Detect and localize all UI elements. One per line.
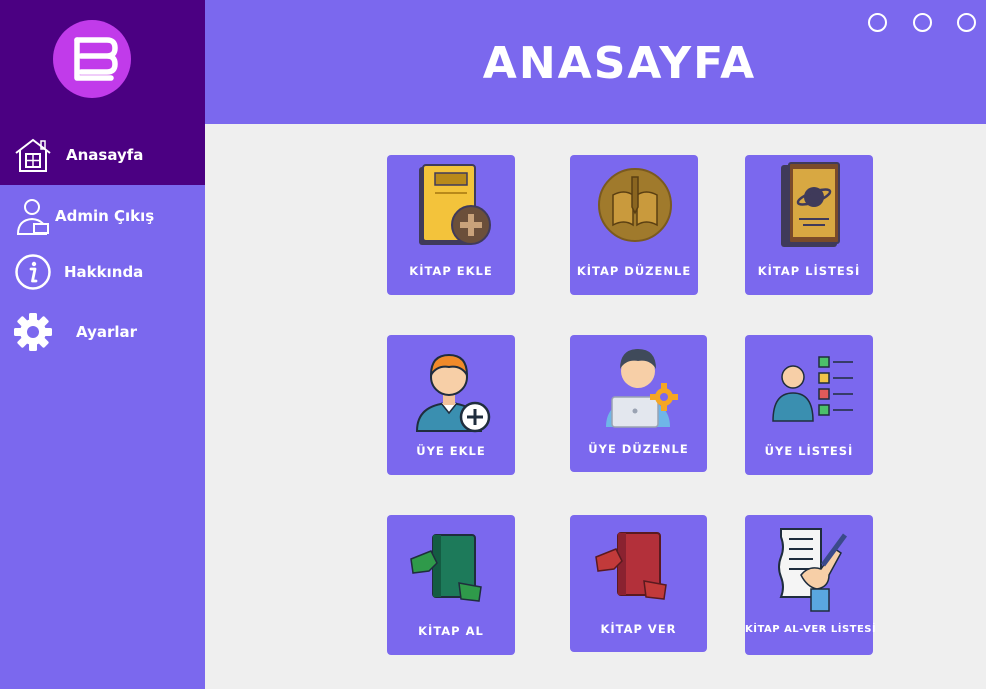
tile-label: KİTAP VER [600,622,677,636]
sidebar-item-label: Hakkında [64,263,144,281]
tile-kitap-ekle[interactable]: KİTAP EKLE [387,155,515,295]
tile-label: KİTAP LİSTESİ [757,264,861,278]
sidebar-item-admin-cikis[interactable]: Admin Çıkış [0,192,205,240]
page-title: ANASAYFA [482,38,757,89]
book-list-icon [781,162,840,247]
admin-logout-icon [14,196,54,240]
sidebar-item-hakkinda[interactable]: Hakkında [0,250,205,294]
tile-label: KİTAP AL-VER LİSTESİ [745,624,877,635]
tile-label: ÜYE EKLE [416,444,486,458]
maximize-button[interactable] [913,13,932,32]
header: ANASAYFA [205,0,986,124]
tile-label: ÜYE LİSTESİ [764,444,854,458]
app-logo [53,20,131,98]
tile-kitap-al[interactable]: KİTAP AL [387,515,515,655]
give-book-icon [595,532,667,600]
info-icon [14,253,52,295]
tile-uye-ekle[interactable]: ÜYE EKLE [387,335,515,475]
tile-uye-duzenle[interactable]: ÜYE DÜZENLE [570,335,707,472]
sidebar-item-label: Ayarlar [76,323,138,341]
tile-kitap-al-ver-listesi[interactable]: KİTAP AL-VER LİSTESİ [745,515,877,655]
minimize-button[interactable] [868,13,887,32]
sidebar-item-ayarlar[interactable]: Ayarlar [0,310,205,354]
take-book-icon [410,534,482,602]
tile-label: ÜYE DÜZENLE [588,442,689,456]
sidebar-item-label: Anasayfa [66,146,144,164]
transaction-list-icon [778,528,848,612]
tile-kitap-ver[interactable]: KİTAP VER [570,515,707,652]
home-icon [13,135,53,179]
tile-uye-listesi[interactable]: ÜYE LİSTESİ [745,335,873,475]
add-member-icon [415,353,491,433]
add-book-icon [419,164,491,245]
tile-label: KİTAP DÜZENLE [576,264,692,278]
sidebar-item-label: Admin Çıkış [55,207,155,225]
close-button[interactable] [957,13,976,32]
tile-kitap-duzenle[interactable]: KİTAP DÜZENLE [570,155,698,295]
sidebar: Anasayfa Admin Çıkış Hakkında Ayarlar [0,0,205,689]
logo-area [0,0,205,124]
edit-member-icon [606,349,678,428]
tile-kitap-listesi[interactable]: KİTAP LİSTESİ [745,155,873,295]
sidebar-item-anasayfa[interactable]: Anasayfa [0,124,205,185]
member-list-icon [772,356,853,422]
tile-label: KİTAP AL [418,624,484,638]
edit-book-icon [598,168,672,242]
gear-icon [13,312,53,356]
tile-label: KİTAP EKLE [409,264,493,278]
